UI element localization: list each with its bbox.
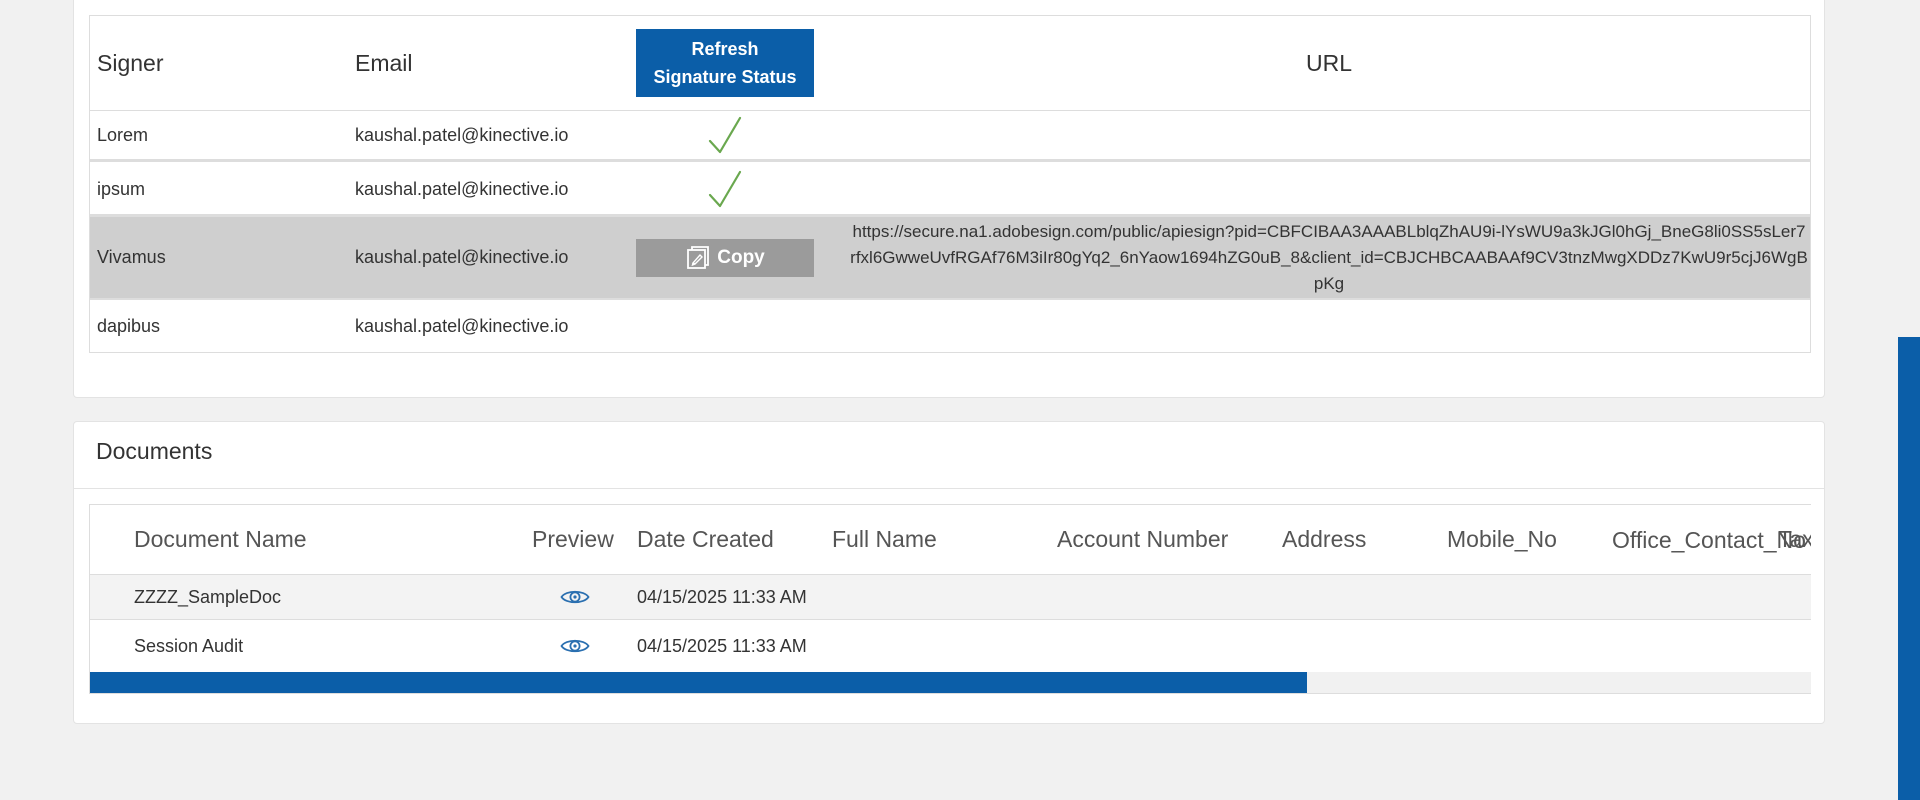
signer-row: dapibus kaushal.patel@kinective.io xyxy=(90,300,1810,352)
documents-table: Document Name Preview Date Created Full … xyxy=(89,504,1811,694)
signer-name: ipsum xyxy=(97,178,146,199)
signer-email: kaushal.patel@kinective.io xyxy=(355,124,569,145)
eye-icon[interactable] xyxy=(560,587,590,607)
document-date-created: 04/15/2025 11:33 AM xyxy=(637,635,807,656)
signer-status xyxy=(635,300,815,352)
signer-row: Lorem kaushal.patel@kinective.io xyxy=(90,111,1810,162)
signers-header-row: Signer Email Refresh Signature Status UR… xyxy=(90,16,1810,111)
address-column-header[interactable]: Address xyxy=(1282,505,1432,574)
account-number-column-header[interactable]: Account Number xyxy=(1057,505,1257,574)
documents-title: Documents xyxy=(96,438,213,464)
refresh-signature-status-button[interactable]: Refresh Signature Status xyxy=(636,29,814,97)
status-column-header: Refresh Signature Status xyxy=(635,16,815,110)
copy-button-label: Copy xyxy=(717,246,765,268)
signer-url xyxy=(850,164,1808,214)
document-row[interactable]: ZZZZ_SampleDoc 04/15/2025 11:33 AM xyxy=(90,575,1811,620)
full-name-column-header[interactable]: Full Name xyxy=(832,505,1032,574)
documents-scrollbar-thumb[interactable] xyxy=(90,672,1308,693)
signer-row-highlighted: Vivamus kaushal.patel@kinective.io Copy … xyxy=(90,215,1810,300)
signer-name: Vivamus xyxy=(97,247,166,267)
preview-column-header[interactable]: Preview xyxy=(532,505,632,574)
signer-column-header: Signer xyxy=(97,49,164,76)
signer-email: kaushal.patel@kinective.io xyxy=(355,247,569,267)
signers-table: Signer Email Refresh Signature Status UR… xyxy=(89,15,1811,353)
refresh-button-label-line1: Refresh xyxy=(691,39,759,59)
signer-row: ipsum kaushal.patel@kinective.io xyxy=(90,164,1810,215)
mobile-no-column-header[interactable]: Mobile_No xyxy=(1447,505,1597,574)
email-column-header: Email xyxy=(355,49,413,76)
signing-url-text[interactable]: https://secure.na1.adobesign.com/public/… xyxy=(850,219,1808,297)
documents-card: Documents Document Name Preview Date Cre… xyxy=(73,421,1825,724)
signer-url: https://secure.na1.adobesign.com/public/… xyxy=(850,217,1808,298)
refresh-button-label-line2: Signature Status xyxy=(653,67,797,87)
signer-url xyxy=(850,111,1808,159)
document-date-created: 04/15/2025 11:33 AM xyxy=(637,586,807,607)
page-vertical-scrollbar-thumb[interactable] xyxy=(1898,337,1920,800)
tax-column-header[interactable]: Tax xyxy=(1778,505,1811,574)
office-contact-no-column-header[interactable]: Office_Contact_No xyxy=(1612,505,1806,574)
documents-horizontal-scrollbar[interactable] xyxy=(90,672,1811,693)
signer-name: dapibus xyxy=(97,315,161,336)
preview-cell xyxy=(532,575,632,619)
date-created-column-header[interactable]: Date Created xyxy=(637,505,837,574)
signer-email: kaushal.patel@kinective.io xyxy=(355,178,569,199)
signer-status xyxy=(635,164,815,214)
documents-header-row: Document Name Preview Date Created Full … xyxy=(90,505,1811,575)
url-column-header: URL xyxy=(1305,49,1352,76)
signers-card: Signer Email Refresh Signature Status UR… xyxy=(73,0,1825,398)
documents-divider xyxy=(74,488,1824,489)
copy-icon xyxy=(687,245,710,269)
document-name-column-header[interactable]: Document Name xyxy=(134,505,514,574)
signer-status xyxy=(635,111,815,159)
eye-icon[interactable] xyxy=(560,636,590,656)
copy-url-button[interactable]: Copy xyxy=(636,238,814,277)
signer-url xyxy=(850,300,1808,352)
signer-email: kaushal.patel@kinective.io xyxy=(355,315,569,336)
signer-status: Copy xyxy=(635,217,815,298)
signer-name: Lorem xyxy=(97,124,149,145)
preview-cell xyxy=(532,620,632,672)
document-name: Session Audit xyxy=(134,635,244,656)
checkmark-icon xyxy=(708,116,742,154)
document-row[interactable]: Session Audit 04/15/2025 11:33 AM xyxy=(90,620,1811,672)
checkmark-icon xyxy=(708,170,742,208)
document-name: ZZZZ_SampleDoc xyxy=(134,586,282,607)
